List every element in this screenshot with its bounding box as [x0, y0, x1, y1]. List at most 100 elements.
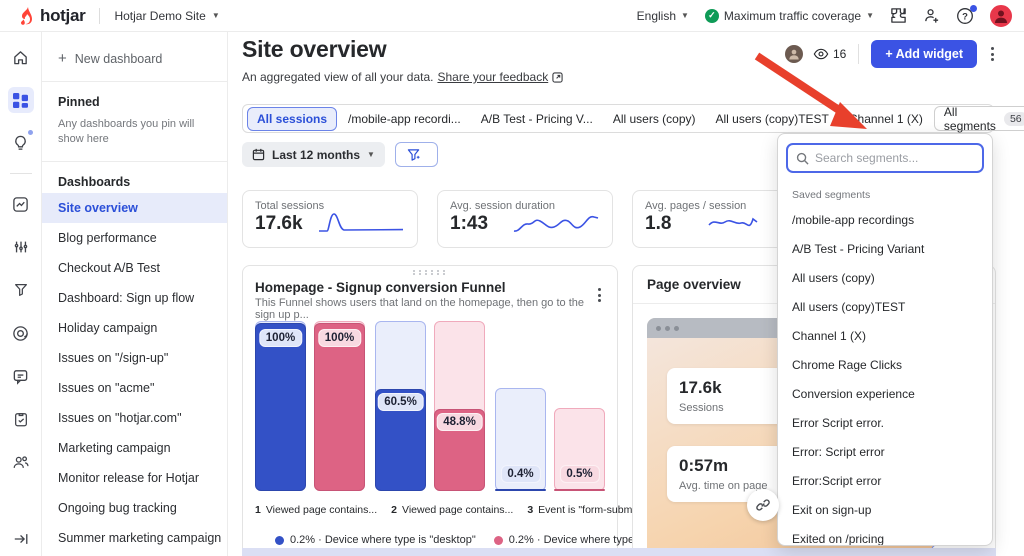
segment-option[interactable]: All users (copy) [778, 263, 992, 292]
sidebar-dashboard-item[interactable]: Summer marketing campaign [42, 523, 227, 553]
copy-link-button[interactable] [747, 489, 779, 521]
help-icon[interactable]: ? [956, 4, 977, 25]
funnel-bar[interactable]: 100% [255, 321, 306, 491]
dashboard-menu-icon[interactable] [987, 43, 998, 65]
surveys-icon[interactable] [8, 406, 34, 432]
segment-option[interactable]: A/B Test - Pricing Variant [778, 234, 992, 263]
segment-option[interactable]: Exited on /pricing [778, 524, 992, 546]
heatmaps-icon[interactable] [8, 320, 34, 346]
add-widget-button[interactable]: + Add widget [871, 40, 977, 68]
insights-bulb-icon[interactable] [8, 130, 34, 156]
segment-tab[interactable]: A/B Test - Pricing V... [472, 108, 602, 130]
hotjar-logo-icon [18, 6, 34, 25]
dashboards-section-title: Dashboards [58, 174, 131, 189]
collapse-sidebar-icon[interactable] [13, 532, 29, 546]
feedback-icon[interactable] [8, 363, 34, 389]
dashboards-icon[interactable] [7, 87, 34, 113]
funnel-bar[interactable]: 60.5% [375, 321, 426, 491]
user-avatar[interactable] [990, 4, 1012, 27]
traffic-coverage-selector[interactable]: ✓ Maximum traffic coverage ▼ [704, 8, 874, 23]
new-dashboard-button[interactable]: + New dashboard [42, 42, 227, 81]
new-dashboard-label: New dashboard [74, 51, 163, 66]
funnel-bar[interactable]: 48.8% [434, 321, 485, 491]
funnel-bar[interactable]: 0.4% [495, 388, 546, 491]
date-range-label: Last 12 months [272, 147, 361, 162]
feedback-link[interactable]: Share your feedback [437, 70, 548, 84]
notification-dot [970, 4, 977, 12]
site-selector-label: Hotjar Demo Site [114, 8, 206, 23]
traffic-coverage-label: Maximum traffic coverage [723, 8, 862, 23]
sidebar-dashboard-item[interactable]: Issues on "acme" [42, 373, 227, 403]
segments-search-box [786, 143, 984, 173]
funnel-bar-fill [314, 323, 365, 491]
sidebar-dashboard-item[interactable]: Marketing campaign [42, 433, 227, 463]
segment-option[interactable]: Channel 1 (X) [778, 321, 992, 350]
funnel-title: Homepage - Signup conversion Funnel [255, 280, 506, 295]
sidebar-dashboard-item[interactable]: Checkout A/B Test [42, 253, 227, 283]
segment-option[interactable]: Error:Script error [778, 466, 992, 495]
saved-segments-group-label: Saved segments [792, 189, 871, 201]
segment-tab[interactable]: All sessions [247, 106, 338, 131]
sparkline [513, 215, 599, 232]
segments-dropdown-panel: Saved segments /mobile-app recordingsA/B… [777, 133, 993, 546]
funnel-chart: 100% 100% 60.5% 48.8% 0.4% 0.5% [253, 321, 607, 491]
sidebar-dashboard-item[interactable]: Ongoing bug tracking [42, 493, 227, 523]
topbar-divider [99, 7, 101, 24]
segment-option[interactable]: All users (copy)TEST [778, 292, 992, 321]
segment-tab[interactable]: All users (copy) [604, 108, 705, 130]
interviews-users-icon[interactable] [8, 449, 34, 475]
all-segments-label: All segments [943, 104, 996, 133]
invite-user-icon[interactable] [923, 7, 940, 24]
sidebar-dashboard-item[interactable]: Blog performance [42, 223, 227, 253]
dashboards-list: Site overview Blog performance Checkout A/… [42, 192, 227, 553]
funnel-legend: 0.2% · Device where type is "desktop" 0.2… [275, 534, 688, 546]
segment-option[interactable]: Chrome Rage Clicks [778, 350, 992, 379]
funnels-icon[interactable] [8, 277, 34, 303]
sidebar-dashboard-item[interactable]: Monitor release for Hotjar [42, 463, 227, 493]
funnel-step-label: 2 Viewed page contains... [391, 504, 514, 516]
segment-option[interactable]: Exit on sign-up [778, 495, 992, 524]
sidebar-dashboard-item[interactable]: Issues on "hotjar.com" [42, 403, 227, 433]
dashboards-sidebar: + New dashboard Pinned Any dashboards yo… [42, 32, 228, 556]
segment-tab[interactable]: /mobile-app recordi... [339, 108, 470, 130]
trends-icon[interactable] [8, 191, 34, 217]
page-title: Site overview [242, 36, 387, 62]
home-icon[interactable] [8, 44, 34, 70]
segment-option[interactable]: Error: Script error [778, 437, 992, 466]
funnel-value-label: 0.5% [559, 465, 600, 483]
sidebar-dashboard-item[interactable]: Site overview [42, 192, 227, 223]
segment-option[interactable]: Conversion experience [778, 379, 992, 408]
funnel-step-group: 0.4% 0.5% [495, 388, 605, 491]
segment-tab[interactable]: Channel 1 (X) [840, 108, 932, 130]
segments-search-input[interactable] [815, 151, 974, 165]
funnel-step-group: 100% 100% [255, 321, 365, 491]
segment-tab[interactable]: All users (copy)TEST [707, 108, 838, 130]
segment-option[interactable]: Error Script error. [778, 408, 992, 437]
chevron-down-icon: ▼ [866, 11, 874, 20]
integrations-puzzle-icon[interactable] [890, 7, 907, 24]
funnel-value-label: 100% [317, 329, 362, 347]
next-row-widget-edge [242, 548, 996, 556]
metrics-bars-icon[interactable] [8, 234, 34, 260]
sidebar-dashboard-item[interactable]: Issues on "/sign-up" [42, 343, 227, 373]
funnel-bar[interactable]: 0.5% [554, 408, 605, 491]
drag-handle-icon[interactable] [413, 270, 447, 275]
main-content: Site overview An aggregated view of all … [228, 32, 1024, 556]
site-selector[interactable]: Hotjar Demo Site ▼ [114, 9, 219, 23]
segment-option[interactable]: /mobile-app recordings [778, 205, 992, 234]
add-filter-button[interactable] [394, 142, 438, 167]
date-range-selector[interactable]: Last 12 months ▼ [242, 142, 385, 167]
funnel-bar[interactable]: 100% [314, 321, 365, 491]
language-selector[interactable]: English ▼ [637, 9, 689, 23]
funnel-value-label: 100% [258, 329, 303, 347]
rail-divider [9, 173, 32, 174]
sidebar-dashboard-item[interactable]: Holiday campaign [42, 313, 227, 343]
segments-count-badge: 56 [1003, 111, 1024, 126]
check-icon: ✓ [704, 8, 719, 23]
funnel-bar-fill [255, 323, 306, 491]
sidebar-dashboard-item[interactable]: Dashboard: Sign up flow [42, 283, 227, 313]
language-label: English [636, 8, 676, 23]
all-segments-dropdown-button[interactable]: All segments 56 ▼ [933, 104, 1024, 133]
widget-menu-icon[interactable] [594, 284, 605, 306]
legend-dot [275, 535, 284, 545]
